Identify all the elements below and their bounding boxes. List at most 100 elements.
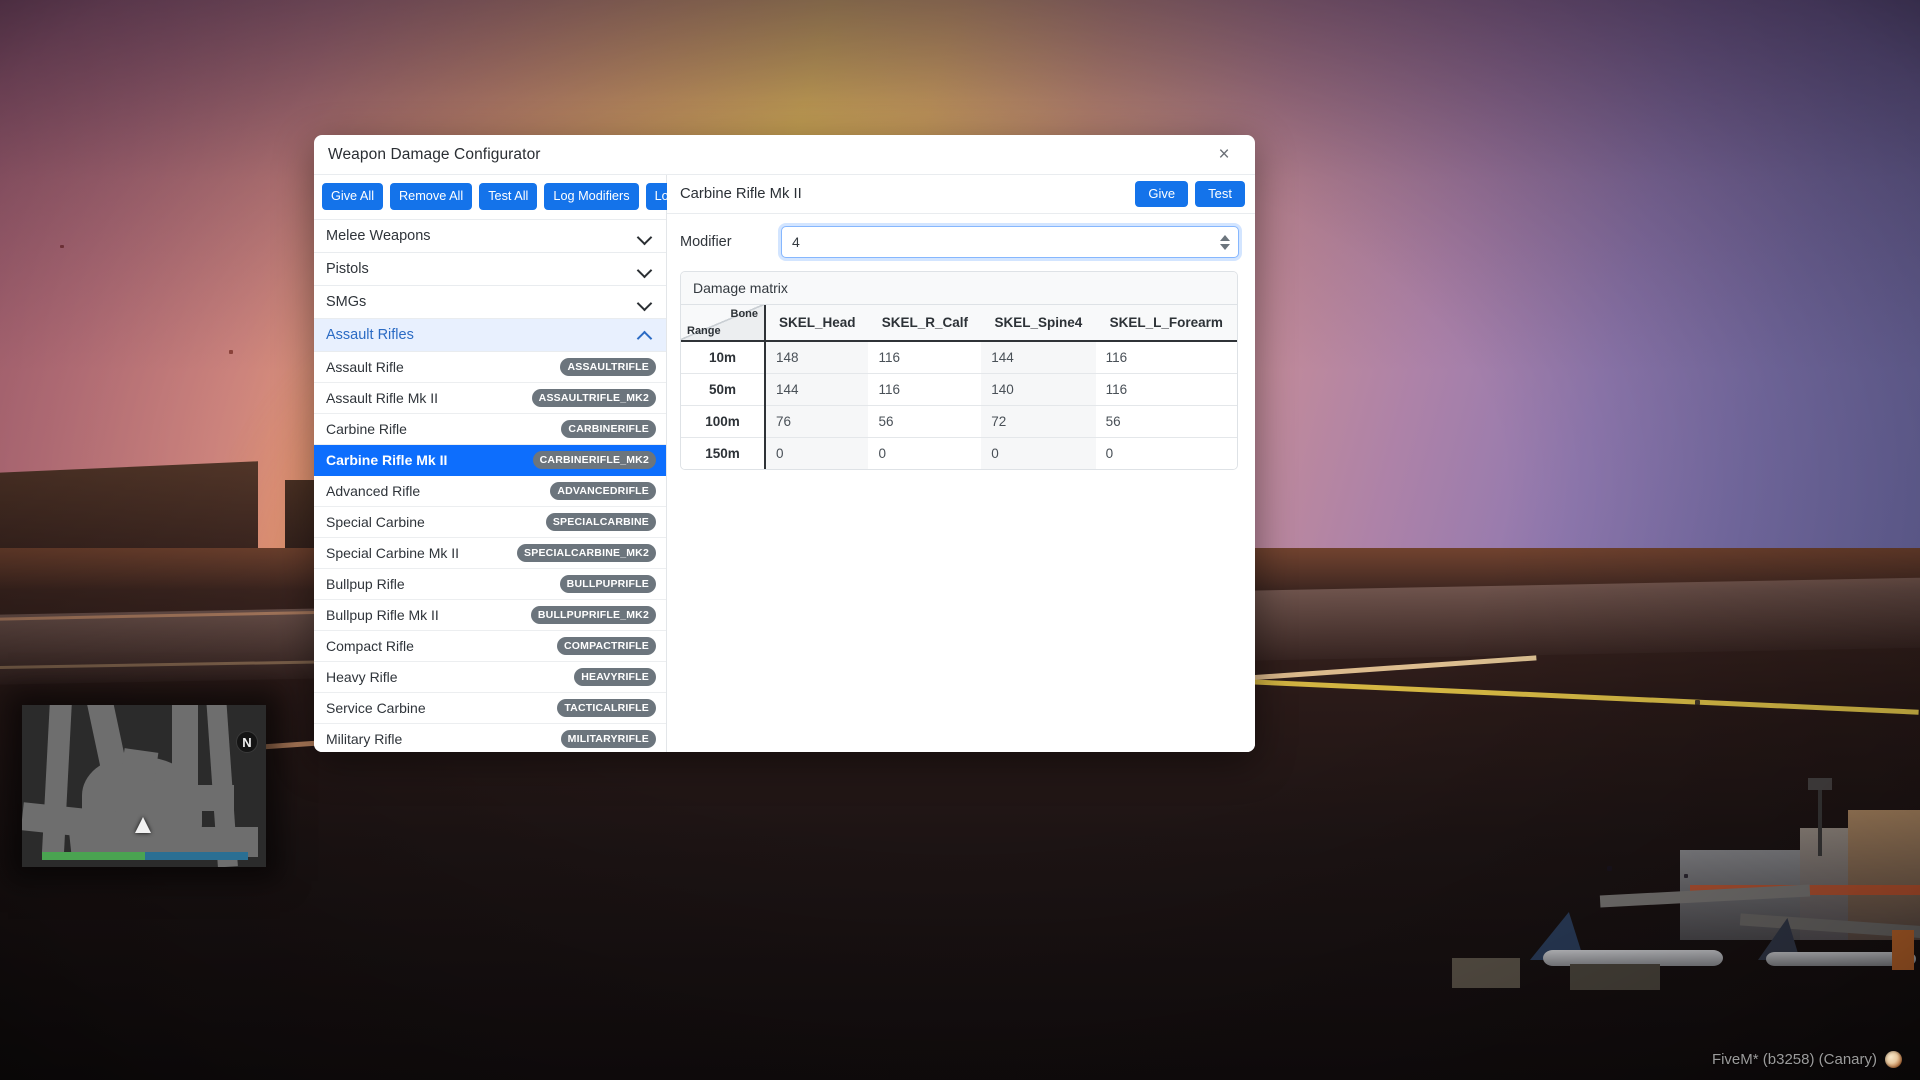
- weapon-list-item[interactable]: Special Carbine Mk II SPECIALCARBINE_MK2: [314, 538, 666, 570]
- chevron-down-icon: [638, 229, 652, 243]
- cell-damage: 144: [981, 341, 1096, 374]
- cell-damage: 72: [981, 405, 1096, 438]
- cell-damage: 148: [765, 341, 869, 374]
- weapon-list-item[interactable]: Military Rifle MILITARYRIFLE: [314, 724, 666, 752]
- cell-damage: 144: [765, 373, 869, 406]
- modifier-input-wrap: [781, 226, 1239, 258]
- weapon-hash-badge: COMPACTRIFLE: [556, 637, 656, 656]
- armor-bar: [145, 852, 248, 860]
- give-all-button[interactable]: Give All: [322, 183, 384, 211]
- weapon-list-item[interactable]: Assault Rifle ASSAULTRIFLE: [314, 352, 666, 384]
- damage-matrix-card: Damage matrix Bone Range SKEL_Head SKEL_…: [680, 271, 1238, 470]
- cell-damage: 0: [868, 437, 982, 469]
- weapon-hash-badge: ASSAULTRIFLE_MK2: [531, 389, 656, 408]
- corner-range-label: Range: [687, 325, 721, 337]
- minimap-road: [172, 705, 198, 789]
- remove-all-button[interactable]: Remove All: [390, 183, 473, 211]
- category-label: SMGs: [326, 294, 367, 311]
- chevron-up-icon: [638, 328, 652, 342]
- global-actions-toolbar: Give All Remove All Test All Log Modifie…: [314, 175, 715, 221]
- weapon-name-label: Military Rifle: [326, 731, 403, 748]
- weapon-name-label: Bullpup Rifle Mk II: [326, 607, 439, 624]
- log-modifiers-button[interactable]: Log Modifiers: [544, 183, 639, 211]
- weapon-name-label: Carbine Rifle Mk II: [326, 452, 448, 469]
- category-melee-weapons[interactable]: Melee Weapons: [314, 220, 666, 254]
- stepper-up-icon[interactable]: [1219, 234, 1230, 241]
- test-button[interactable]: Test: [1195, 181, 1245, 207]
- table-row: 50m 144 116 140 116: [681, 373, 1237, 406]
- damage-matrix-head: Bone Range SKEL_Head SKEL_R_Calf SKEL_Sp…: [681, 305, 1237, 342]
- bird-icon: [60, 245, 64, 248]
- weapon-list-item[interactable]: Bullpup Rifle BULLPUPRIFLE: [314, 569, 666, 601]
- weapon-list-item[interactable]: Compact Rifle COMPACTRIFLE: [314, 631, 666, 663]
- category-smgs[interactable]: SMGs: [314, 286, 666, 320]
- category-label: Melee Weapons: [326, 228, 431, 245]
- category-label: Pistols: [326, 261, 369, 278]
- weapon-list-item[interactable]: Service Carbine TACTICALRIFLE: [314, 693, 666, 725]
- weapon-list-item[interactable]: Bullpup Rifle Mk II BULLPUPRIFLE_MK2: [314, 600, 666, 632]
- light-mast-head: [1808, 778, 1832, 790]
- row-header-range: 10m: [681, 341, 766, 374]
- detail-content: Modifier Damage matrix: [667, 214, 1255, 752]
- page-title: Weapon Damage Configurator: [328, 145, 541, 163]
- weapon-hash-badge: TACTICALRIFLE: [557, 699, 656, 718]
- weapon-name-label: Assault Rifle: [326, 359, 404, 376]
- row-header-range: 50m: [681, 373, 766, 406]
- weapon-name-label: Special Carbine Mk II: [326, 545, 460, 562]
- airport-terminal-tower-block: [1848, 810, 1920, 940]
- modifier-field-row: Modifier: [680, 226, 1241, 258]
- column-header-skel-spine4: SKEL_Spine4: [981, 305, 1096, 342]
- weapon-hash-badge: CARBINERIFLE_MK2: [532, 451, 656, 470]
- category-pistols[interactable]: Pistols: [314, 253, 666, 287]
- cell-damage: 116: [1095, 373, 1237, 406]
- fivem-logo-icon: [1885, 1051, 1902, 1068]
- corner-bone-label: Bone: [730, 308, 759, 320]
- compass-north-icon: N: [236, 731, 258, 753]
- weapon-list-item[interactable]: Carbine Rifle CARBINERIFLE: [314, 414, 666, 446]
- bird-icon: [1695, 700, 1700, 705]
- weapon-hash-badge: CARBINERIFLE: [561, 420, 656, 439]
- modifier-input[interactable]: [781, 226, 1239, 258]
- number-stepper[interactable]: [1218, 231, 1231, 253]
- cell-damage: 76: [765, 405, 869, 438]
- cell-damage: 116: [1095, 341, 1237, 374]
- player-arrow-icon: [135, 817, 151, 833]
- weapon-hash-badge: BULLPUPRIFLE: [559, 575, 656, 594]
- weapon-list-scroll-area[interactable]: Melee Weapons Pistols SMGs Assault Rifle…: [314, 220, 666, 752]
- minimap-frame: N: [22, 705, 266, 867]
- damage-matrix-title: Damage matrix: [681, 272, 1237, 305]
- minimap: N: [22, 705, 266, 867]
- column-header-skel-head: SKEL_Head: [765, 305, 869, 342]
- weapon-list-item[interactable]: Assault Rifle Mk II ASSAULTRIFLE_MK2: [314, 383, 666, 415]
- weapon-browser-panel: Give All Remove All Test All Log Modifie…: [314, 175, 715, 752]
- close-icon[interactable]: ×: [1211, 142, 1237, 168]
- damage-matrix-body: 10m 148 116 144 116 50m 144 116 140 116 …: [681, 341, 1237, 469]
- chevron-down-icon: [638, 262, 652, 276]
- matrix-corner-cell: Bone Range: [681, 305, 766, 342]
- dialog-titlebar: Weapon Damage Configurator ×: [314, 135, 1255, 175]
- cell-damage: 116: [868, 341, 982, 374]
- weapon-list-item-selected[interactable]: Carbine Rifle Mk II CARBINERIFLE_MK2: [314, 445, 666, 477]
- category-assault-rifles[interactable]: Assault Rifles: [314, 319, 666, 353]
- weapon-list-item[interactable]: Special Carbine SPECIALCARBINE: [314, 507, 666, 539]
- weapon-list-item[interactable]: Advanced Rifle ADVANCEDRIFLE: [314, 476, 666, 508]
- give-button[interactable]: Give: [1135, 181, 1189, 207]
- cell-damage: 116: [868, 373, 982, 406]
- test-all-button[interactable]: Test All: [479, 183, 538, 211]
- cell-damage: 0: [981, 437, 1096, 469]
- modifier-label: Modifier: [680, 234, 732, 250]
- selected-weapon-title: Carbine Rifle Mk II: [680, 186, 802, 202]
- ground-crate-2: [1570, 964, 1660, 990]
- cell-damage: 140: [981, 373, 1096, 406]
- row-header-range: 100m: [681, 405, 766, 438]
- fivem-version-label: FiveM* (b3258) (Canary): [1711, 1051, 1877, 1068]
- weapon-list-item[interactable]: Heavy Rifle HEAVYRIFLE: [314, 662, 666, 694]
- weapon-name-label: Service Carbine: [326, 700, 426, 717]
- column-header-skel-l-forearm: SKEL_L_Forearm: [1095, 305, 1237, 342]
- cell-damage: 56: [1095, 405, 1237, 438]
- cell-damage: 0: [765, 437, 869, 469]
- weapon-hash-badge: ASSAULTRIFLE: [560, 358, 656, 377]
- weapon-name-label: Special Carbine: [326, 514, 425, 531]
- table-header-row: Bone Range SKEL_Head SKEL_R_Calf SKEL_Sp…: [681, 305, 1237, 342]
- stepper-down-icon[interactable]: [1219, 243, 1230, 250]
